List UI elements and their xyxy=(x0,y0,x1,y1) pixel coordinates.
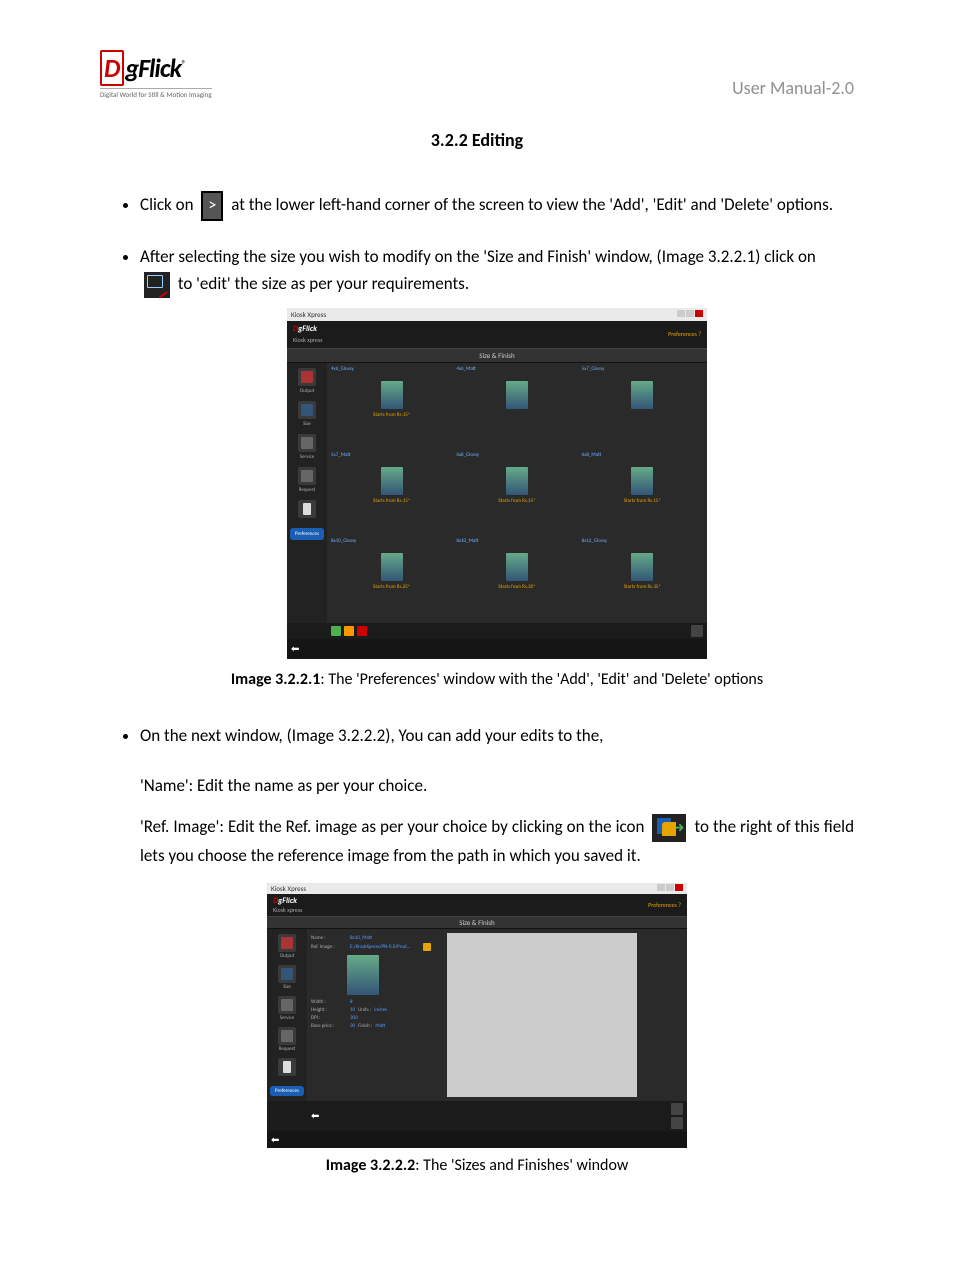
para-name: 'Name': Edit the name as per your choice… xyxy=(140,772,854,799)
ss-sidebar-size: Size xyxy=(292,401,322,428)
ss-brand: DgFlick Kiosk xpress xyxy=(273,896,303,914)
ss-back-icon: ⬅ xyxy=(311,1109,319,1122)
ss-sidebar-output: Output xyxy=(292,368,322,395)
ss-save-icon xyxy=(691,625,703,637)
ss-footer: ⬅ xyxy=(267,1131,687,1148)
logo-trademark: ® xyxy=(181,57,185,70)
ss-window-buttons xyxy=(676,309,703,320)
para-ref-image: 'Ref. Image': Edit the Ref. image as per… xyxy=(140,813,854,869)
ss-sidebar-doc xyxy=(272,1058,302,1077)
ss-preferences-link: Preferences ? xyxy=(648,901,681,909)
bullet-list: Click on > at the lower left-hand corner… xyxy=(100,191,854,750)
ss-footer: ⬅ xyxy=(287,639,707,659)
ss-toolbar: ⬅ xyxy=(267,1101,687,1131)
ss-delete-icon xyxy=(357,626,367,636)
ss-tool-buttons xyxy=(331,626,367,636)
browse-icon xyxy=(423,943,431,951)
bullet-1: Click on > at the lower left-hand corner… xyxy=(140,191,854,221)
ss-body: Output Size Service Request Preferences … xyxy=(287,363,707,623)
logo-text: gFlick xyxy=(125,52,181,84)
caption-1: Image 3.2.2.1: The 'Preferences' window … xyxy=(140,667,854,693)
ss-ref-image-thumb xyxy=(347,955,379,995)
ss-brand: DgFlick Kiosk xpress xyxy=(293,323,323,345)
logo-letter: D xyxy=(100,50,124,86)
document-page: DgFlick® Digital World for Still & Motio… xyxy=(0,0,954,1265)
ss-form-fields: Name :8x10_Matt Ref. Image :E:/KioskXpre… xyxy=(311,933,441,1097)
ss-titlebar: Kiosk Xpress xyxy=(267,883,687,894)
ss-save-icon xyxy=(671,1103,683,1115)
ss-sidebar: Output Size Service Request Preferences xyxy=(287,363,327,623)
ss-sidebar-request: Request xyxy=(272,1027,302,1052)
ss-toolbar xyxy=(287,623,707,639)
ss-window-title: Kiosk Xpress xyxy=(291,309,326,320)
ss-edit-form: Name :8x10_Matt Ref. Image :E:/KioskXpre… xyxy=(307,929,687,1101)
edit-icon xyxy=(144,272,170,298)
bullet-3: On the next window, (Image 3.2.2.2), You… xyxy=(140,722,854,749)
ss-sidebar-preferences: Preferences xyxy=(270,1086,304,1096)
section-title: 3.2.2 Editing xyxy=(100,129,854,151)
ss-grid: 4x6_GlossyStarts from Rs.15* 4x6_Matt 5x… xyxy=(331,365,703,619)
ss-window-title: Kiosk Xpress xyxy=(271,884,306,893)
screenshot-sizes-finishes: Kiosk Xpress DgFlick Kiosk xpress Prefer… xyxy=(267,883,687,1148)
page-header-label: User Manual-2.0 xyxy=(732,77,854,99)
ss-preview-pane xyxy=(447,933,637,1097)
ss-preferences-link: Preferences ? xyxy=(668,330,701,340)
ss-titlebar: Kiosk Xpress xyxy=(287,308,707,321)
brand-logo: DgFlick® Digital World for Still & Motio… xyxy=(100,50,212,99)
ss-add-icon xyxy=(331,626,341,636)
ss-edit-icon xyxy=(344,626,354,636)
expand-icon: > xyxy=(201,191,223,221)
ss-sidebar-size: Size xyxy=(272,965,302,990)
ss-body: Output Size Service Request Preferences … xyxy=(267,929,687,1101)
ss-brand-bar: DgFlick Kiosk xpress Preferences ? xyxy=(267,894,687,916)
ss-window-buttons xyxy=(656,884,683,893)
ss-back-icon: ⬅ xyxy=(271,1133,279,1146)
ss-sidebar-preferences: Preferences xyxy=(290,528,324,540)
ss-grid-cell: 6x8_GlossyStarts from Rs.15* xyxy=(456,451,577,533)
ss-right-spacer xyxy=(643,933,683,1097)
caption-2: Image 3.2.2.2: The 'Sizes and Finishes' … xyxy=(100,1156,854,1175)
header-row: DgFlick® Digital World for Still & Motio… xyxy=(100,50,854,99)
folder-browse-icon: ➜ xyxy=(652,814,686,842)
ss-brand-bar: DgFlick Kiosk xpress Preferences ? xyxy=(287,321,707,347)
ss-section-bar: Size & Finish xyxy=(287,348,707,363)
ss-back-icon: ⬅ xyxy=(291,641,299,657)
ss-grid-cell: 8x12_GlossyStarts from Rs.35* xyxy=(582,537,703,619)
screenshot-preferences: Kiosk Xpress DgFlick Kiosk xpress Prefer… xyxy=(287,308,707,659)
ss-sidebar-doc xyxy=(292,500,322,519)
ss-sidebar-output: Output xyxy=(272,934,302,959)
ss-sidebar-service: Service xyxy=(292,434,322,461)
bullet-2: After selecting the size you wish to mod… xyxy=(140,243,854,692)
ss-sidebar-request: Request xyxy=(292,467,322,494)
ss-save-icon xyxy=(671,1117,683,1129)
ss-grid-cell: 5x7_MattStarts from Rs.15* xyxy=(331,451,452,533)
ss-sidebar: Output Size Service Request Preferences xyxy=(267,929,307,1101)
ss-grid-cell: 8x10_GlossyStarts from Rs.25* xyxy=(331,537,452,619)
ss-grid-cell: 6x8_MattStarts from Rs.15* xyxy=(582,451,703,533)
ss-grid-cell: 5x7_Glossy xyxy=(582,365,703,447)
ss-main-grid: 4x6_GlossyStarts from Rs.15* 4x6_Matt 5x… xyxy=(327,363,707,623)
logo-tagline: Digital World for Still & Motion Imaging xyxy=(100,88,212,99)
ss-sidebar-service: Service xyxy=(272,996,302,1021)
ss-grid-cell: 4x6_Matt xyxy=(456,365,577,447)
ss-section-bar: Size & Finish xyxy=(267,916,687,929)
ss-grid-cell: 8x10_MattStarts from Rs.30* xyxy=(456,537,577,619)
ss-grid-cell: 4x6_GlossyStarts from Rs.15* xyxy=(331,365,452,447)
